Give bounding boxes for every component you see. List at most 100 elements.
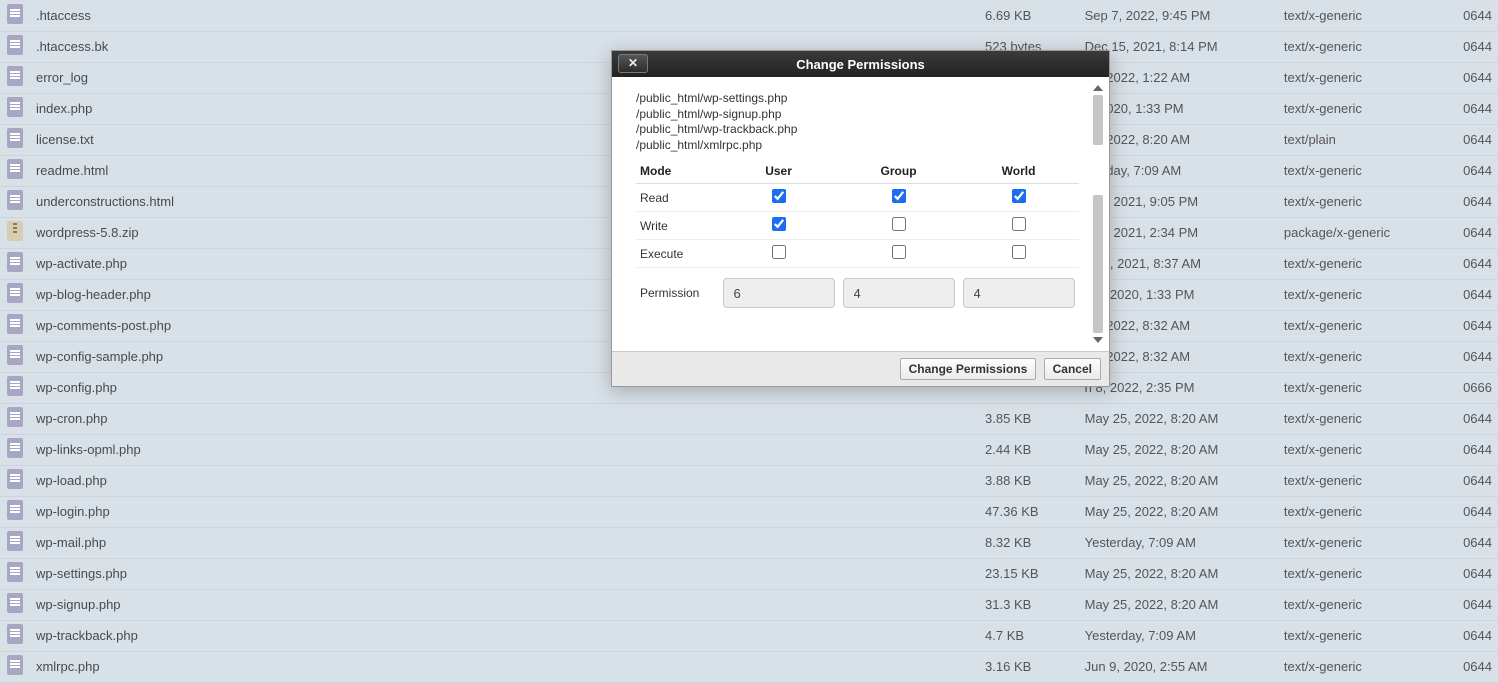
scroll-thumb-top[interactable] [1093,95,1103,145]
file-type: text/x-generic [1278,620,1457,651]
perm-header-mode: Mode [636,159,719,184]
file-perm: 0644 [1457,93,1498,124]
file-perm: 0644 [1457,248,1498,279]
file-name[interactable]: wp-mail.php [30,527,979,558]
file-perm: 0644 [1457,217,1498,248]
perm-octal-label: Permission [636,268,719,314]
confirm-button[interactable]: Change Permissions [900,358,1037,380]
file-perm: 0644 [1457,62,1498,93]
file-perm: 0644 [1457,155,1498,186]
file-type: text/x-generic [1278,248,1457,279]
file-name[interactable]: wp-trackback.php [30,620,979,651]
file-type: text/x-generic [1278,651,1457,682]
file-date: Sep 7, 2022, 9:45 PM [1079,0,1278,31]
table-row[interactable]: wp-links-opml.php2.44 KBMay 25, 2022, 8:… [0,434,1498,465]
scroll-up-icon[interactable] [1093,85,1103,91]
file-type: text/x-generic [1278,589,1457,620]
file-icon [7,66,23,86]
file-size: 2.44 KB [979,434,1079,465]
file-name[interactable]: .htaccess [30,0,979,31]
perm-write-user[interactable] [772,217,786,231]
perm-label-execute: Execute [636,240,719,268]
dialog-file-path: /public_html/wp-trackback.php [636,122,1097,138]
table-row[interactable]: wp-mail.php8.32 KBYesterday, 7:09 AMtext… [0,527,1498,558]
table-row[interactable]: wp-load.php3.88 KBMay 25, 2022, 8:20 AMt… [0,465,1498,496]
perm-octal-group[interactable] [843,278,955,308]
perm-octal-row: Permission [636,268,1079,314]
perm-label-write: Write [636,212,719,240]
dialog-titlebar[interactable]: ✕ Change Permissions [612,51,1109,77]
scroll-thumb-bottom[interactable] [1093,195,1103,333]
perm-execute-user[interactable] [772,245,786,259]
file-type: package/x-generic [1278,217,1457,248]
file-type: text/x-generic [1278,496,1457,527]
table-row[interactable]: xmlrpc.php3.16 KBJun 9, 2020, 2:55 AMtex… [0,651,1498,682]
file-name[interactable]: wp-cron.php [30,403,979,434]
table-row[interactable]: wp-login.php47.36 KBMay 25, 2022, 8:20 A… [0,496,1498,527]
file-perm: 0644 [1457,651,1498,682]
file-perm: 0644 [1457,341,1498,372]
file-name[interactable]: wp-settings.php [30,558,979,589]
file-type: text/x-generic [1278,31,1457,62]
file-size: 3.88 KB [979,465,1079,496]
file-name[interactable]: wp-signup.php [30,589,979,620]
file-icon [7,376,23,396]
file-icon [7,128,23,148]
perm-read-group[interactable] [892,189,906,203]
file-icon [7,593,23,613]
perm-execute-group[interactable] [892,245,906,259]
file-type: text/x-generic [1278,186,1457,217]
table-row[interactable]: .htaccess6.69 KBSep 7, 2022, 9:45 PMtext… [0,0,1498,31]
file-size: 6.69 KB [979,0,1079,31]
table-row[interactable]: wp-trackback.php4.7 KBYesterday, 7:09 AM… [0,620,1498,651]
file-size: 3.16 KB [979,651,1079,682]
dialog-close-button[interactable]: ✕ [618,54,648,73]
perm-read-world[interactable] [1012,189,1026,203]
dialog-scrollbar[interactable] [1089,85,1107,343]
perm-read-user[interactable] [772,189,786,203]
file-name[interactable]: wp-load.php [30,465,979,496]
cancel-button[interactable]: Cancel [1044,358,1101,380]
perm-row-execute: Execute [636,240,1079,268]
file-type: text/x-generic [1278,155,1457,186]
file-size: 31.3 KB [979,589,1079,620]
file-perm: 0644 [1457,0,1498,31]
file-name[interactable]: wp-login.php [30,496,979,527]
file-perm: 0644 [1457,186,1498,217]
file-type: text/x-generic [1278,93,1457,124]
perm-octal-user[interactable] [723,278,835,308]
file-icon [7,35,23,55]
file-icon [7,407,23,427]
perm-octal-world[interactable] [963,278,1075,308]
scroll-track[interactable] [1091,95,1105,333]
file-type: text/x-generic [1278,62,1457,93]
file-perm: 0644 [1457,465,1498,496]
file-date: May 25, 2022, 8:20 AM [1079,403,1278,434]
table-row[interactable]: wp-cron.php3.85 KBMay 25, 2022, 8:20 AMt… [0,403,1498,434]
file-name[interactable]: xmlrpc.php [30,651,979,682]
file-name[interactable]: wp-links-opml.php [30,434,979,465]
file-icon [7,531,23,551]
file-icon [7,97,23,117]
perm-write-world[interactable] [1012,217,1026,231]
file-type: text/x-generic [1278,341,1457,372]
file-perm: 0644 [1457,496,1498,527]
file-date: Yesterday, 7:09 AM [1079,620,1278,651]
file-perm: 0644 [1457,310,1498,341]
dialog-title: Change Permissions [796,57,925,72]
file-type: text/x-generic [1278,527,1457,558]
file-date: May 25, 2022, 8:20 AM [1079,558,1278,589]
perm-row-write: Write [636,212,1079,240]
perm-execute-world[interactable] [1012,245,1026,259]
table-row[interactable]: wp-signup.php31.3 KBMay 25, 2022, 8:20 A… [0,589,1498,620]
file-type: text/x-generic [1278,279,1457,310]
perm-write-group[interactable] [892,217,906,231]
dialog-file-path: /public_html/xmlrpc.php [636,138,1097,154]
table-row[interactable]: wp-settings.php23.15 KBMay 25, 2022, 8:2… [0,558,1498,589]
file-type: text/plain [1278,124,1457,155]
scroll-down-icon[interactable] [1093,337,1103,343]
file-icon [7,655,23,675]
perm-label-read: Read [636,184,719,212]
file-date: Jun 9, 2020, 2:55 AM [1079,651,1278,682]
file-icon [7,4,23,24]
